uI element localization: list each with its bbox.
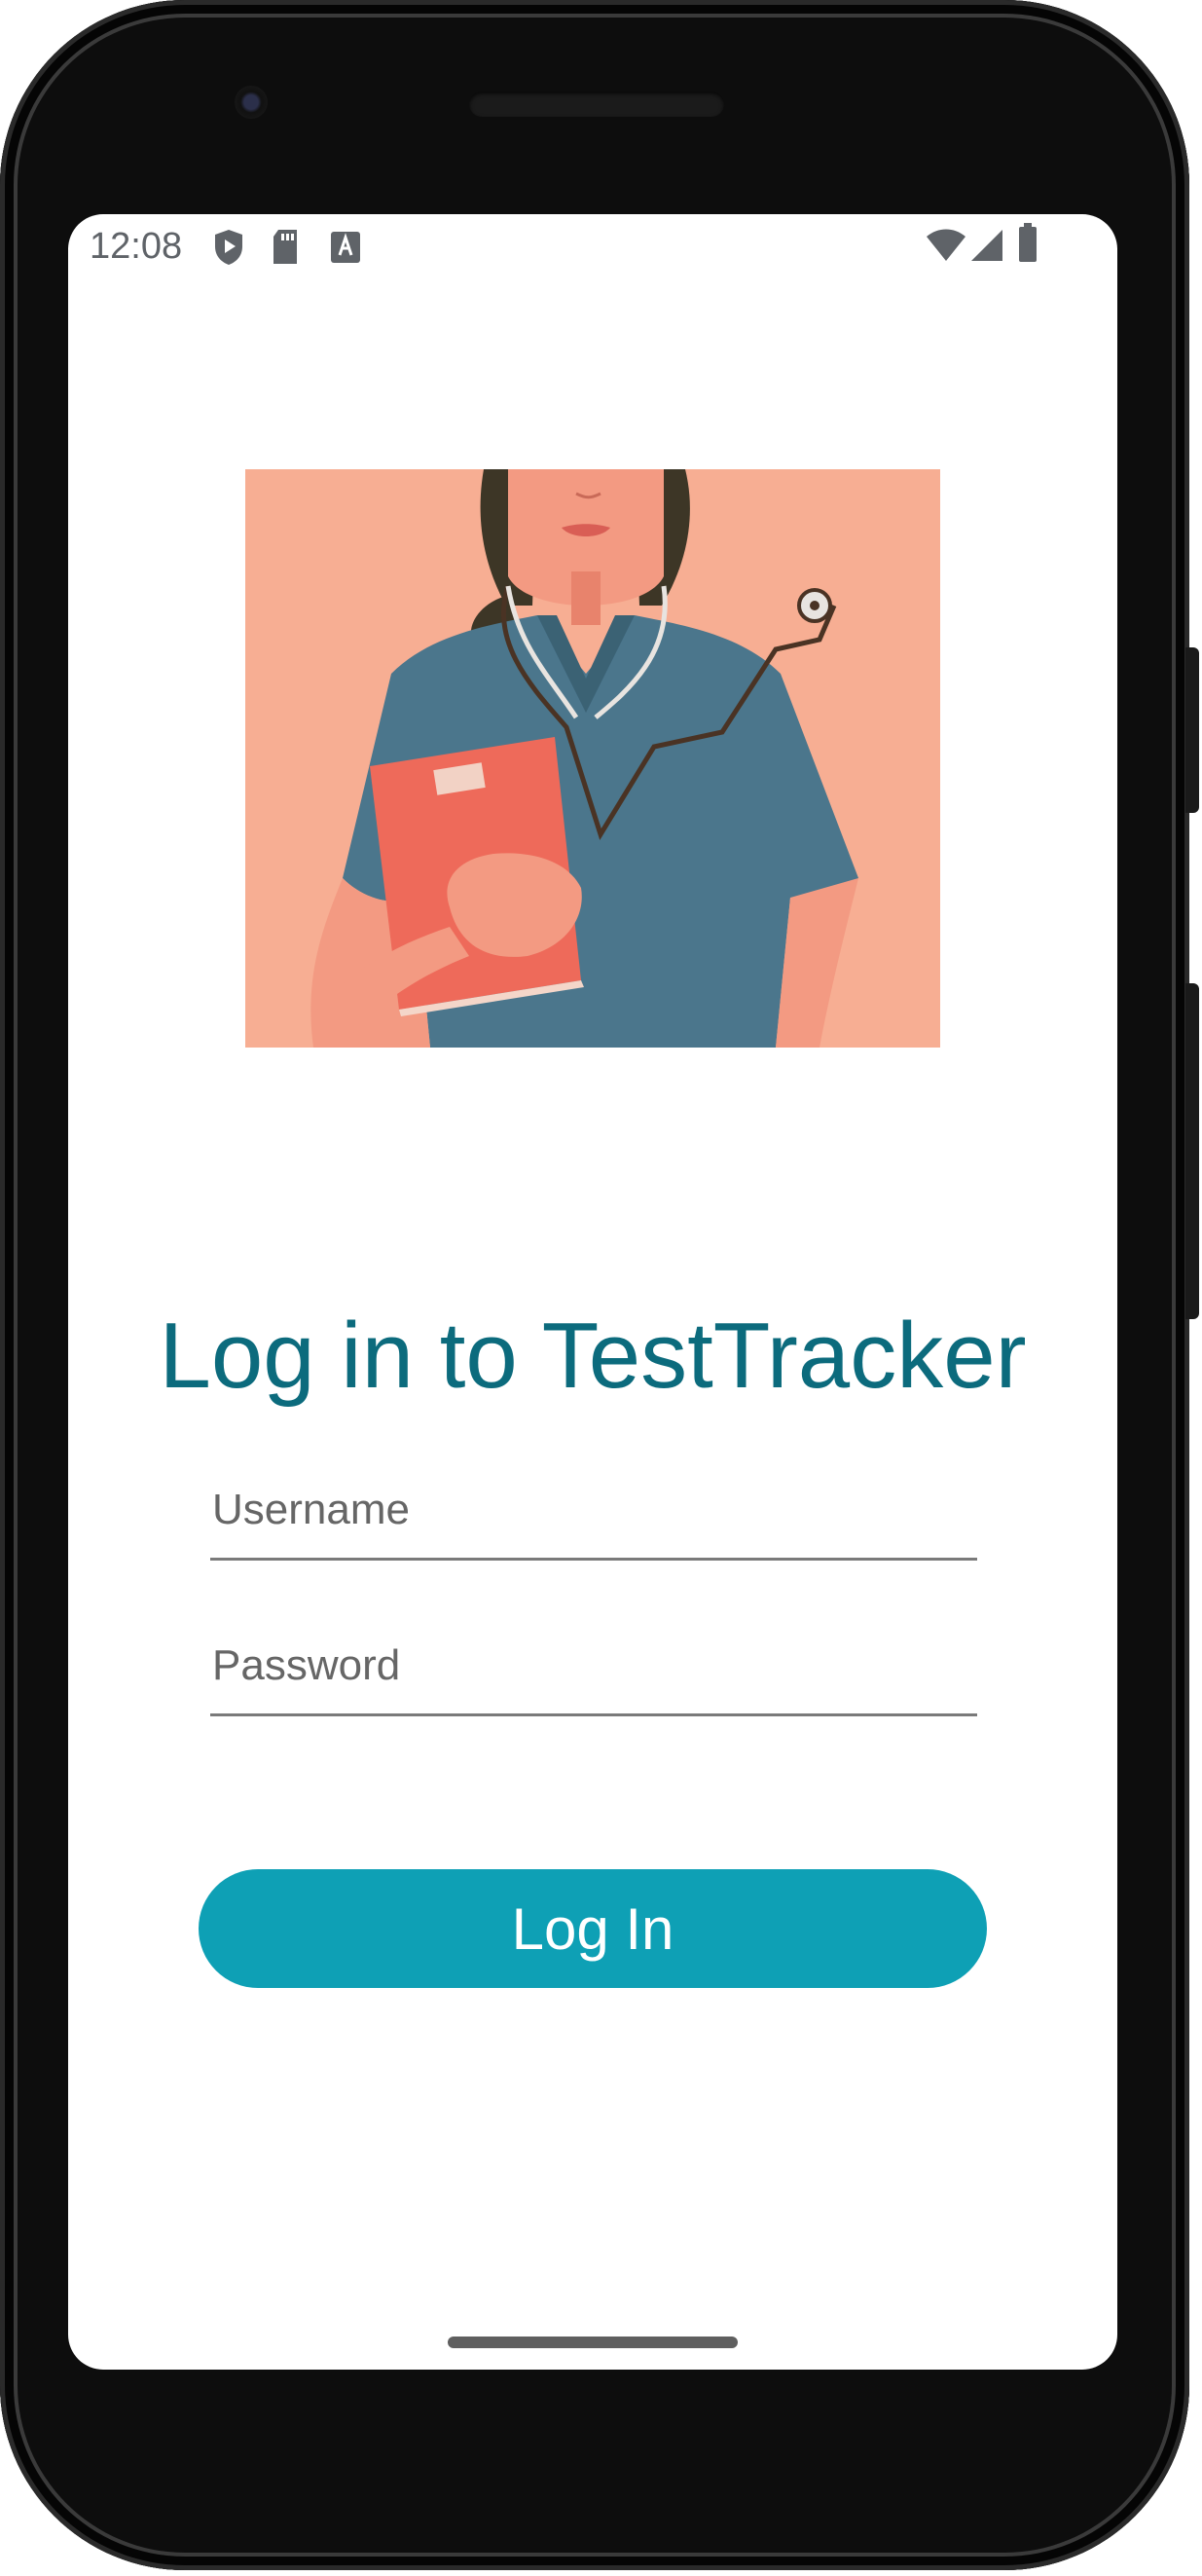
gesture-nav-handle[interactable] [448, 2337, 738, 2348]
app-screen: 12:08 Log in to TestTracker Username Pas… [68, 214, 1117, 2370]
password-placeholder: Password [212, 1641, 401, 1689]
sd-card-icon [271, 228, 300, 272]
shield-play-icon [212, 228, 245, 272]
page-title: Log in to TestTracker [159, 1304, 1027, 1408]
battery-icon [1017, 222, 1038, 268]
login-button[interactable]: Log In [199, 1869, 987, 1988]
password-field[interactable]: Password [210, 1632, 977, 1716]
text-a-icon [329, 228, 362, 272]
username-placeholder: Username [212, 1486, 410, 1533]
wifi-icon [925, 228, 967, 268]
front-camera [235, 86, 268, 119]
hero-illustration [245, 469, 940, 1048]
cell-signal-icon [969, 228, 1004, 268]
status-bar: 12:08 [68, 214, 1117, 284]
volume-rocker [1185, 983, 1199, 1319]
status-time: 12:08 [90, 226, 183, 267]
earpiece-speaker [469, 92, 724, 117]
username-field[interactable]: Username [210, 1476, 977, 1561]
power-button [1185, 647, 1199, 813]
